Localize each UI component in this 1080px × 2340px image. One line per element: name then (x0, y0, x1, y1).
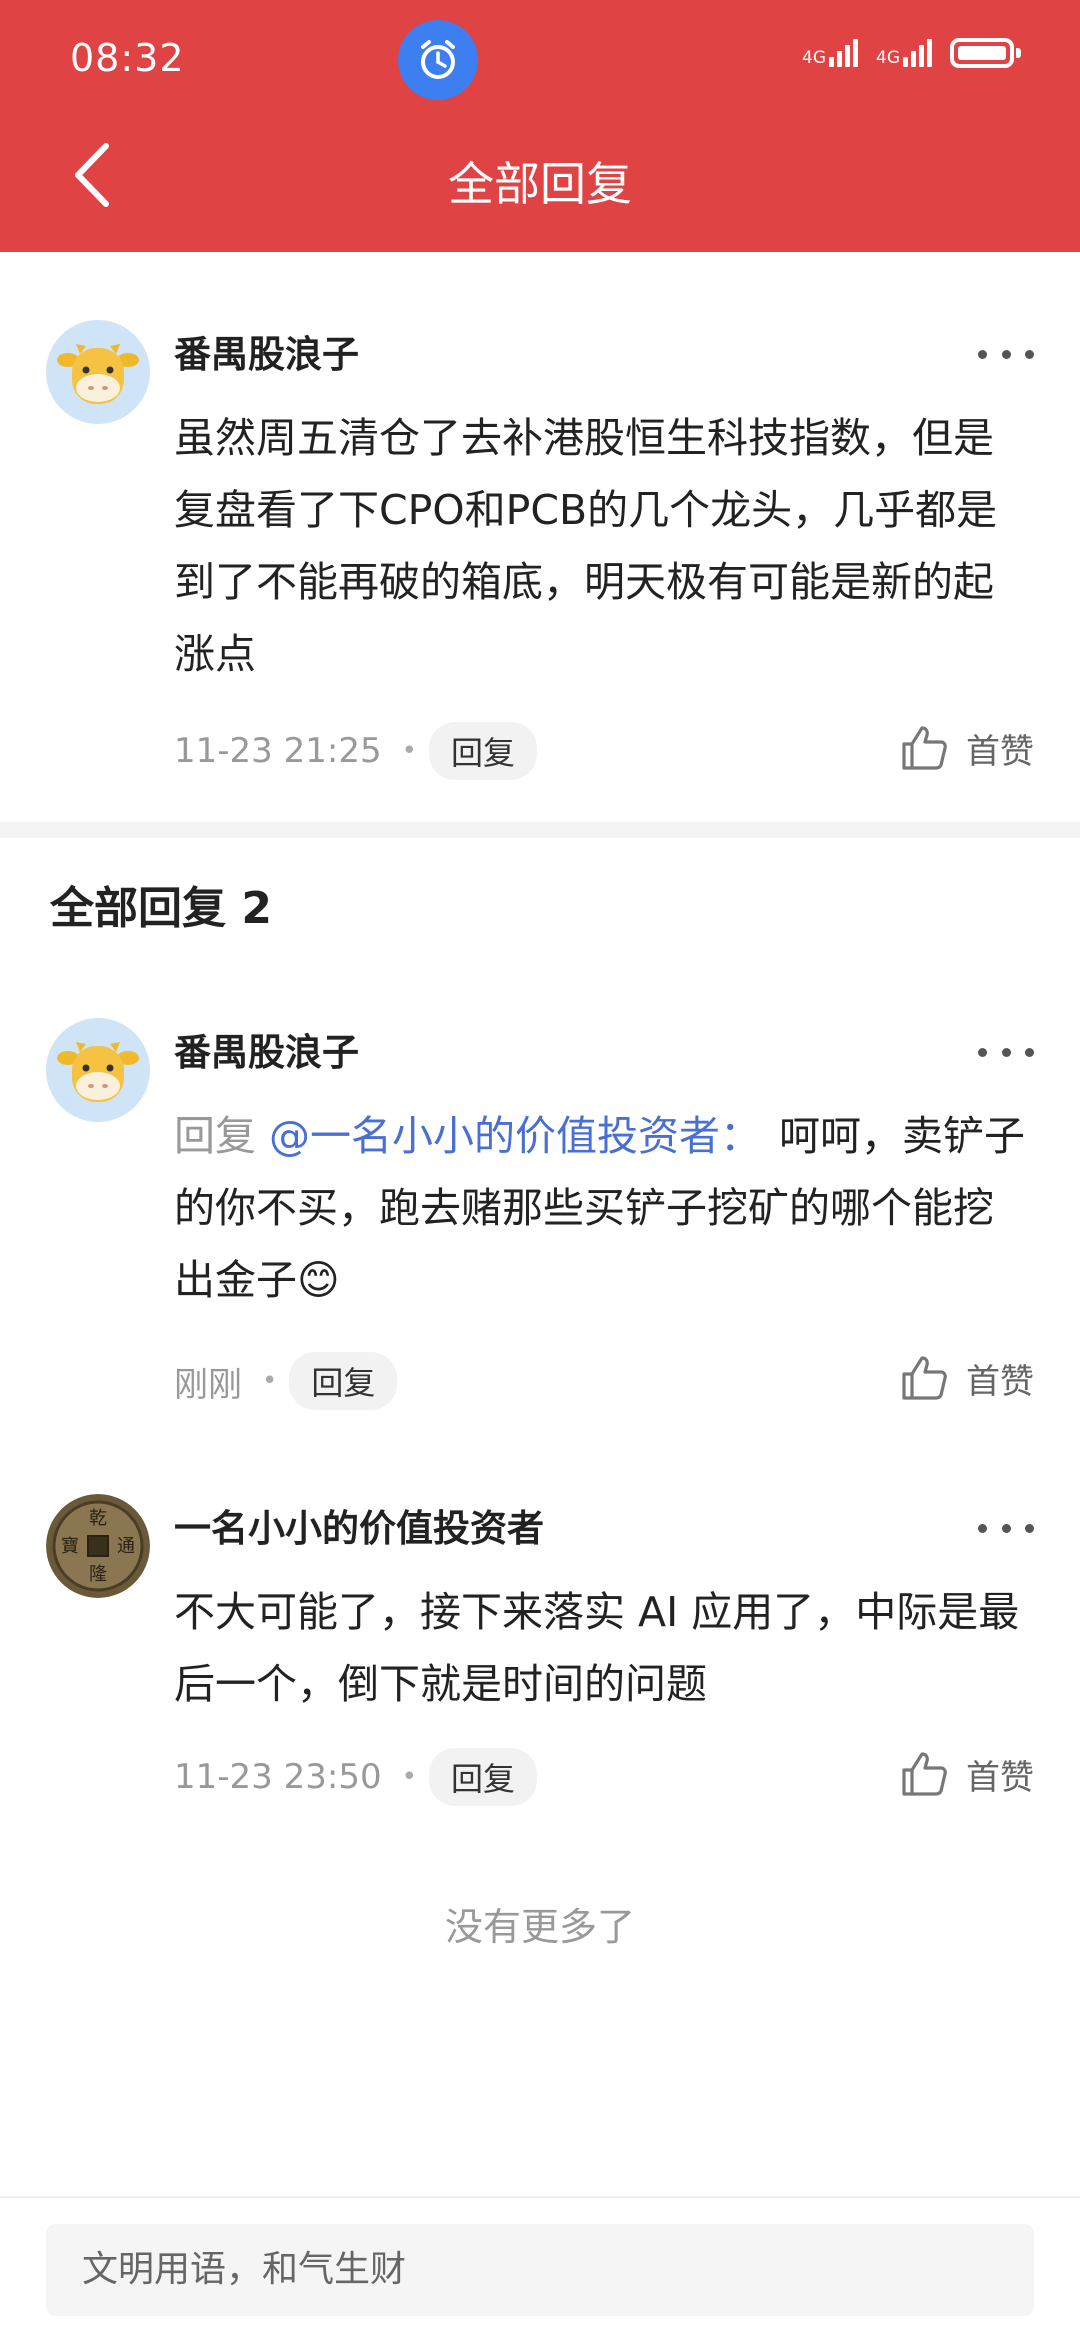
username[interactable]: 一名小小的价值投资者 (174, 1498, 544, 1552)
avatar[interactable] (46, 320, 150, 424)
comment-input-bar: 文明用语，和气生财 (0, 2196, 1080, 2340)
status-indicators: 4G 4G (802, 38, 1021, 68)
username[interactable]: 番禺股浪子 (174, 1022, 359, 1076)
comment-meta: 11-23 21:25 • 回复 (174, 722, 537, 780)
alarm-clock-icon (398, 20, 478, 100)
svg-text:隆: 隆 (89, 1564, 107, 1585)
separator-dot: • (401, 736, 417, 766)
comment-text: 虽然周五清仓了去补港股恒生科技指数，但是复盘看了下CPO和PCB的几个龙头，几乎… (174, 414, 998, 678)
comment-text: 不大可能了，接下来落实 AI 应用了，中际是最后一个，倒下就是时间的问题 (174, 1588, 1020, 1708)
reply-button[interactable]: 回复 (289, 1352, 398, 1410)
comment-input[interactable]: 文明用语，和气生财 (46, 2224, 1034, 2316)
like-button[interactable]: 首赞 (898, 1748, 1034, 1800)
reply-button[interactable]: 回复 (428, 722, 537, 780)
separator-dot: • (262, 1366, 278, 1396)
comment-meta: 刚刚 • 回复 (174, 1352, 398, 1410)
comment-meta: 11-23 23:50 • 回复 (174, 1748, 537, 1806)
reply-button[interactable]: 回复 (428, 1748, 537, 1806)
signal-icon: 4G (876, 39, 932, 67)
avatar[interactable]: 乾 隆 通 寶 (46, 1494, 150, 1598)
like-label: 首赞 (966, 731, 1034, 772)
battery-icon (950, 38, 1021, 68)
mention-link[interactable]: @一名小小的价值投资者： (269, 1112, 761, 1160)
thumbs-up-icon (902, 726, 947, 770)
ancient-coin-avatar-icon: 乾 隆 通 寶 (46, 1494, 150, 1598)
no-more-text: 没有更多了 (444, 1905, 635, 1949)
thumbs-up-icon (902, 1752, 947, 1796)
signal-icon: 4G (802, 39, 858, 67)
status-time: 08:32 (70, 36, 185, 80)
replies-section-title: 全部回复 2 (50, 883, 272, 934)
cow-avatar-icon (46, 1018, 150, 1122)
like-button[interactable]: 首赞 (898, 1352, 1034, 1404)
comment-text: 回复 @一名小小的价值投资者： 呵呵，卖铲子的你不买，跑去赌那些买铲子挖矿的哪个能… (174, 1100, 1034, 1316)
more-options-button[interactable] (978, 1518, 1034, 1538)
avatar[interactable] (46, 1018, 150, 1122)
separator-dot: • (401, 1762, 417, 1792)
app-header: 08:32 4G 4G 全部回复 (0, 0, 1080, 252)
comment-time: 11-23 23:50 (174, 1757, 382, 1797)
more-options-button[interactable] (978, 1042, 1034, 1062)
network-type-label: 4G (876, 48, 900, 68)
like-label: 首赞 (966, 1757, 1034, 1798)
like-button[interactable]: 首赞 (898, 722, 1034, 774)
svg-text:通: 通 (117, 1536, 135, 1557)
username[interactable]: 番禺股浪子 (174, 324, 359, 378)
svg-text:寶: 寶 (61, 1536, 79, 1557)
section-divider (0, 822, 1080, 838)
more-options-button[interactable] (978, 344, 1034, 364)
smile-emoji-icon: 😊 (297, 1256, 340, 1304)
thumbs-up-icon (902, 1356, 947, 1400)
page-title: 全部回复 (448, 157, 632, 211)
like-label: 首赞 (966, 1361, 1034, 1402)
comment-time: 刚刚 (174, 1364, 242, 1405)
cow-avatar-icon (46, 320, 150, 424)
reply-prefix: 回复 (174, 1112, 256, 1160)
network-type-label: 4G (802, 48, 826, 68)
svg-text:乾: 乾 (89, 1508, 107, 1529)
comment-time: 11-23 21:25 (174, 731, 382, 771)
